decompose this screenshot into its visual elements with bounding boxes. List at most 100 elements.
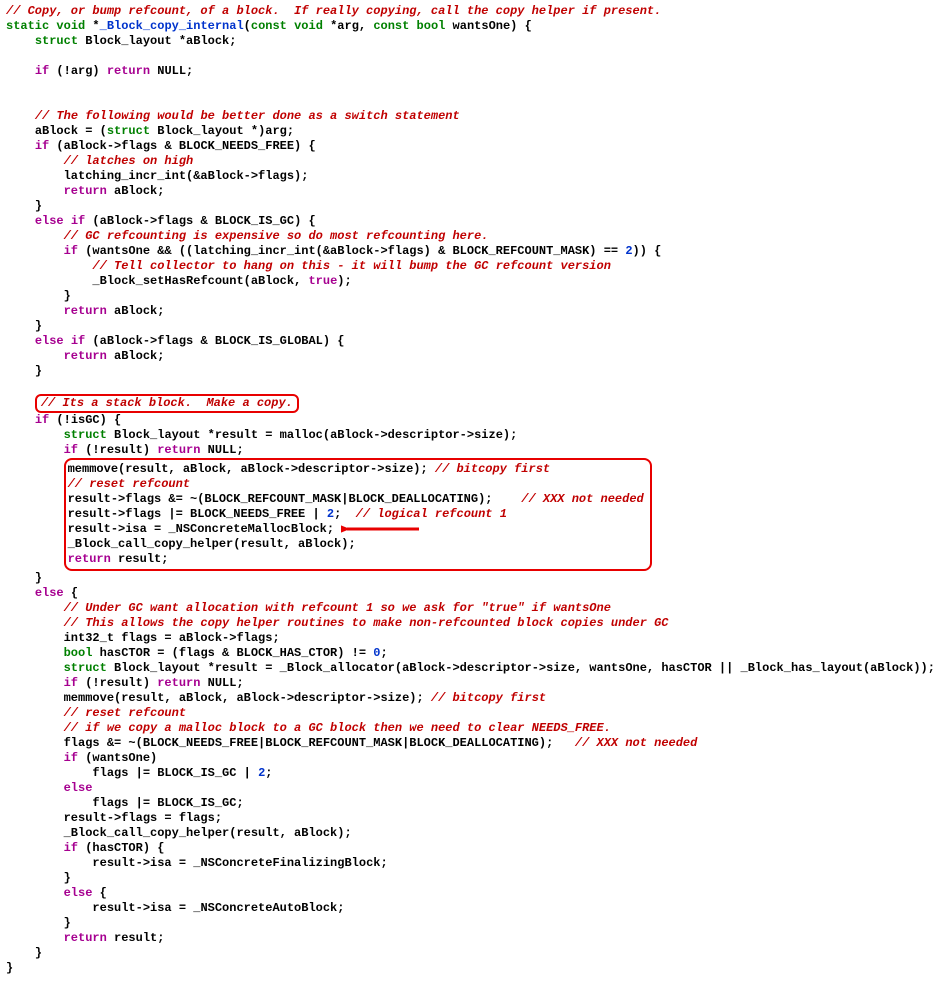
comment: // logical refcount 1 xyxy=(356,507,507,521)
kw: const xyxy=(251,19,287,33)
txt: _Block_call_copy_helper(result, aBlock); xyxy=(64,826,352,840)
txt: (!isGC) { xyxy=(49,413,121,427)
txt: } xyxy=(64,916,71,930)
kw: void xyxy=(56,19,85,33)
txt: result->isa = _NSConcreteAutoBlock; xyxy=(92,901,344,915)
kw: return xyxy=(64,304,107,318)
comment: // Its a stack block. Make a copy. xyxy=(41,396,293,410)
txt: ( xyxy=(244,19,251,33)
kw: bool xyxy=(64,646,93,660)
txt: Block_layout *result = malloc(aBlock->de… xyxy=(107,428,517,442)
comment: // bitcopy first xyxy=(435,462,550,476)
kw: true xyxy=(308,274,337,288)
txt: result->flags |= BLOCK_NEEDS_FREE | xyxy=(68,507,327,521)
txt: memmove(result, aBlock, aBlock->descript… xyxy=(64,691,431,705)
txt: (!result) xyxy=(78,443,157,457)
txt: _Block_call_copy_helper(result, aBlock); xyxy=(68,537,356,551)
txt: latching_incr_int(&aBlock->flags); xyxy=(64,169,309,183)
kw: return xyxy=(107,64,150,78)
kw: return xyxy=(68,552,111,566)
txt: result; xyxy=(111,552,169,566)
source-code-block: // Copy, or bump refcount, of a block. I… xyxy=(0,0,940,986)
txt: flags |= BLOCK_IS_GC; xyxy=(92,796,243,810)
kw: if xyxy=(64,841,78,855)
highlight-box-body: memmove(result, aBlock, aBlock->descript… xyxy=(64,458,652,571)
txt: Block_layout *aBlock; xyxy=(78,34,236,48)
kw: else xyxy=(64,886,93,900)
kw: return xyxy=(64,349,107,363)
txt: int32_t flags = aBlock->flags; xyxy=(64,631,280,645)
txt: } xyxy=(35,319,42,333)
comment: // Under GC want allocation with refcoun… xyxy=(64,601,611,615)
kw: if xyxy=(64,214,86,228)
comment: // XXX not needed xyxy=(575,736,697,750)
kw: const xyxy=(373,19,409,33)
function-name: _Block_copy_internal xyxy=(100,19,244,33)
comment: // latches on high xyxy=(64,154,194,168)
txt: result; xyxy=(107,931,165,945)
txt: )) { xyxy=(633,244,662,258)
kw: return xyxy=(157,676,200,690)
comment: // if we copy a malloc block to a GC blo… xyxy=(64,721,611,735)
kw: if xyxy=(35,139,49,153)
txt: * xyxy=(85,19,99,33)
txt: Block_layout *result = _Block_allocator(… xyxy=(107,661,935,675)
txt: (wantsOne && ((latching_incr_int(&aBlock… xyxy=(78,244,625,258)
txt: aBlock; xyxy=(107,349,165,363)
txt: (!arg) xyxy=(49,64,107,78)
comment: // Copy, or bump refcount, of a block. I… xyxy=(6,4,661,18)
comment: // reset refcount xyxy=(64,706,186,720)
kw: struct xyxy=(107,124,150,138)
txt: } xyxy=(35,571,42,585)
txt: (wantsOne) xyxy=(78,751,157,765)
kw: else xyxy=(64,781,93,795)
kw: if xyxy=(64,334,86,348)
txt: result->flags = flags; xyxy=(64,811,222,825)
comment: // GC refcounting is expensive so do mos… xyxy=(64,229,489,243)
kw: return xyxy=(64,184,107,198)
txt: flags |= BLOCK_IS_GC | xyxy=(92,766,258,780)
txt: (hasCTOR) { xyxy=(78,841,164,855)
num: 2 xyxy=(327,507,334,521)
txt: NULL; xyxy=(150,64,193,78)
txt: ); xyxy=(337,274,351,288)
comment: // XXX not needed xyxy=(521,492,643,506)
txt: result->isa = _NSConcreteMallocBlock; xyxy=(68,522,334,536)
txt: *arg, xyxy=(323,19,373,33)
kw: struct xyxy=(64,428,107,442)
txt: (!result) xyxy=(78,676,157,690)
txt: memmove(result, aBlock, aBlock->descript… xyxy=(68,462,435,476)
comment: // reset refcount xyxy=(68,477,190,491)
kw: if xyxy=(64,751,78,765)
highlight-box-comment: // Its a stack block. Make a copy. xyxy=(35,394,299,413)
txt: ; xyxy=(334,507,356,521)
txt: } xyxy=(35,946,42,960)
kw: return xyxy=(157,443,200,457)
txt: Block_layout *)arg; xyxy=(150,124,294,138)
txt: NULL; xyxy=(200,443,243,457)
kw: bool xyxy=(409,19,445,33)
txt: { xyxy=(92,886,106,900)
kw: else xyxy=(35,586,64,600)
txt: result->flags &= ~(BLOCK_REFCOUNT_MASK|B… xyxy=(68,492,522,506)
kw: else xyxy=(35,214,64,228)
txt: _Block_setHasRefcount(aBlock, xyxy=(92,274,308,288)
txt: aBlock; xyxy=(107,184,165,198)
txt: } xyxy=(64,289,71,303)
kw: if xyxy=(64,676,78,690)
num: 2 xyxy=(625,244,632,258)
comment: // The following would be better done as… xyxy=(35,109,460,123)
txt: } xyxy=(35,199,42,213)
comment: // bitcopy first xyxy=(431,691,546,705)
txt: ; xyxy=(380,646,387,660)
txt: (aBlock->flags & BLOCK_IS_GC) { xyxy=(85,214,315,228)
txt: wantsOne) { xyxy=(445,19,531,33)
txt: hasCTOR = (flags & BLOCK_HAS_CTOR) != xyxy=(92,646,373,660)
kw: struct xyxy=(35,34,78,48)
comment: // This allows the copy helper routines … xyxy=(64,616,669,630)
kw: struct xyxy=(64,661,107,675)
kw: if xyxy=(35,413,49,427)
txt: } xyxy=(6,961,13,975)
txt: } xyxy=(35,364,42,378)
kw: if xyxy=(64,443,78,457)
